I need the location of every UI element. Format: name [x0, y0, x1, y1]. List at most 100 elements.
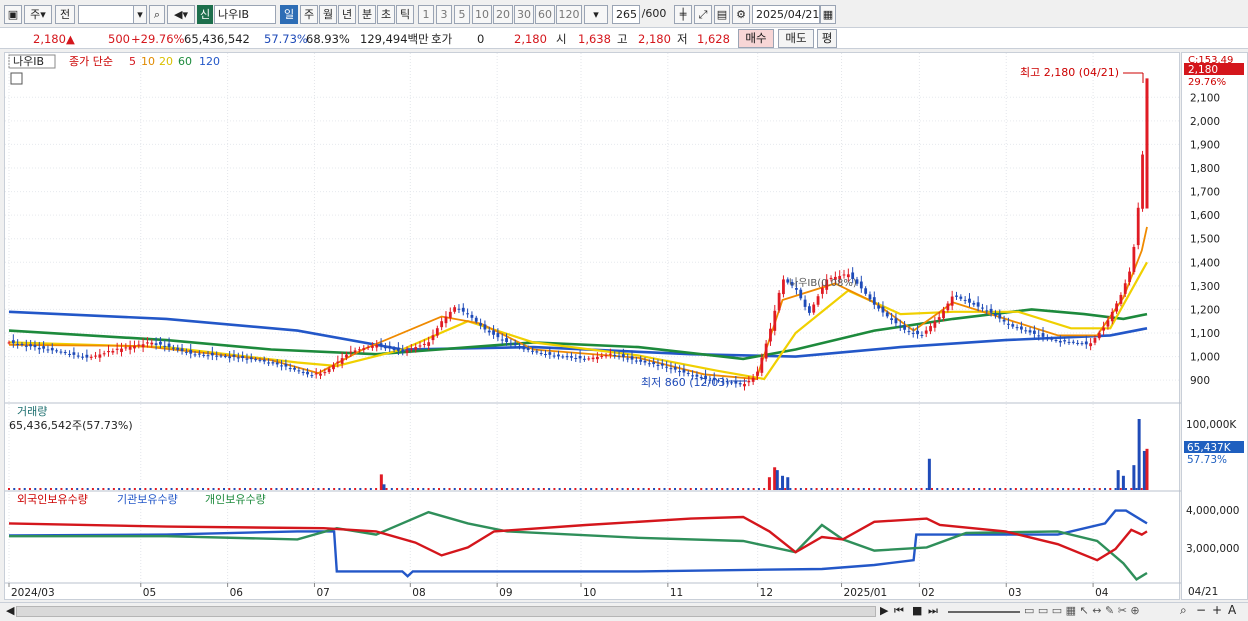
candle-body: [976, 302, 980, 307]
interval-button-120[interactable]: 120: [556, 5, 582, 24]
scroll-left-icon[interactable]: ◀: [6, 604, 14, 617]
interval-button-20[interactable]: 20: [493, 5, 513, 24]
candle-body: [652, 362, 656, 365]
x-tick-label: 09: [499, 587, 512, 599]
date-input[interactable]: 2025/04/21: [752, 5, 820, 24]
layout-icon[interactable]: ▣: [4, 5, 22, 24]
calendar-icon[interactable]: ▦: [820, 5, 836, 24]
candle-body: [1084, 341, 1088, 345]
x-tick-label: 08: [412, 587, 425, 599]
chart-tools-icons[interactable]: ▭ ▭ ▭ ▦ ↖ ↔ ✎ ✂ ⊕: [1024, 604, 1140, 617]
candle-body: [431, 335, 435, 341]
volume-bar: [569, 488, 572, 490]
zoom-icon[interactable]: ⤢: [694, 5, 712, 24]
gear-icon[interactable]: ⚙: [732, 5, 750, 24]
candle-body: [137, 344, 141, 346]
candle-body: [392, 348, 396, 350]
interval-button-10[interactable]: 10: [472, 5, 492, 24]
volume-bar: [91, 488, 94, 490]
candle-body: [327, 368, 331, 373]
scroll-right-icon[interactable]: ▶: [880, 604, 888, 617]
stop-icon[interactable]: ■: [912, 604, 922, 617]
chart-area[interactable]: 나우IB 종가 단순 5 10 20 60 120 최고 2,180 (04/2…: [4, 52, 1181, 600]
volume-bar: [39, 488, 42, 490]
interval-button-1[interactable]: 1: [418, 5, 434, 24]
candle-body: [859, 281, 863, 289]
volume-bar: [343, 488, 346, 490]
buy-button[interactable]: 매수: [738, 29, 774, 48]
minus-icon[interactable]: −: [1196, 603, 1206, 617]
candle-body: [396, 347, 400, 351]
candle-body: [68, 353, 71, 355]
volume-bar: [920, 488, 923, 490]
count-input[interactable]: 265: [612, 5, 640, 24]
zoom-slider[interactable]: [948, 611, 1020, 613]
candle-body: [470, 314, 474, 318]
candle-body: [872, 297, 876, 305]
interval-button-30[interactable]: 30: [514, 5, 534, 24]
candle-icon[interactable]: ╪: [674, 5, 692, 24]
period-button-tick[interactable]: 틱: [396, 5, 414, 24]
code-dropdown-icon[interactable]: ▾: [133, 5, 147, 24]
x-tick-label: 07: [316, 587, 329, 599]
candle-body: [427, 342, 431, 346]
interval-button-3[interactable]: 3: [436, 5, 452, 24]
volume-bar: [364, 488, 367, 490]
interval-dropdown[interactable]: ▾: [584, 5, 608, 24]
candle-body: [332, 365, 335, 370]
candle-body: [1097, 332, 1101, 339]
volume-bar: [1014, 488, 1017, 490]
volume-bar: [479, 488, 482, 490]
candle-body: [1089, 343, 1093, 347]
candle-body: [245, 358, 249, 360]
zoom-in-icon[interactable]: ⌕: [1180, 603, 1187, 618]
volume-bar: [511, 488, 514, 490]
sell-button[interactable]: 매도: [778, 29, 814, 48]
candle-body: [223, 356, 227, 358]
interval-button-5[interactable]: 5: [454, 5, 470, 24]
grid-toggle-icon[interactable]: [10, 72, 23, 85]
candle-body: [98, 354, 102, 358]
candle-body: [500, 339, 504, 341]
stock-name-field[interactable]: 나우IB: [214, 5, 276, 24]
search-icon[interactable]: ⌕: [149, 5, 165, 24]
forward-icon[interactable]: ⏭: [928, 604, 938, 618]
save-icon[interactable]: ▤: [714, 5, 730, 24]
volume-bar: [946, 488, 949, 490]
high-price: 2,180: [638, 32, 671, 46]
volume-bar: [1020, 488, 1023, 490]
volume-badge-pct: 57.73%: [1187, 454, 1227, 466]
period-button-minute[interactable]: 분: [358, 5, 376, 24]
stock-code-input[interactable]: 293580: [78, 5, 134, 24]
rewind-icon[interactable]: ⏮: [894, 604, 904, 618]
candle-body: [176, 347, 180, 350]
volume-bar: [542, 488, 545, 490]
period-button-second[interactable]: 초: [377, 5, 395, 24]
prev-button[interactable]: 전: [55, 5, 75, 24]
candle-body: [448, 311, 452, 318]
period-button-year[interactable]: 년: [338, 5, 356, 24]
font-icon[interactable]: A: [1228, 603, 1236, 617]
period-button-day[interactable]: 일: [280, 5, 298, 24]
eval-button[interactable]: 평: [817, 29, 837, 48]
period-button-week[interactable]: 주: [300, 5, 318, 24]
candle-body: [349, 351, 353, 353]
axis-end-date: 04/21: [1188, 586, 1218, 598]
volume-bar: [548, 488, 551, 490]
period-button-month[interactable]: 월: [319, 5, 337, 24]
volume-bar: [354, 488, 357, 490]
plus-icon[interactable]: +: [1212, 603, 1222, 617]
candle-body: [115, 348, 119, 350]
speaker-icon[interactable]: ◀▾: [167, 5, 195, 24]
period-type-select[interactable]: 주▾: [24, 5, 52, 24]
scroll-track[interactable]: [16, 606, 876, 617]
interval-button-60[interactable]: 60: [535, 5, 555, 24]
volume-bar: [653, 488, 656, 490]
volume-bar: [1114, 488, 1117, 490]
x-tick-label: 02: [921, 587, 934, 599]
candle-body: [920, 334, 924, 336]
y-tick-label: 1,400: [1190, 257, 1220, 269]
volume-bar: [107, 488, 110, 490]
candle-body: [275, 362, 279, 365]
bottom-scrollbar[interactable]: ◀ ▶ ⏮ ■ ⏭ ▭ ▭ ▭ ▦ ↖ ↔ ✎ ✂ ⊕ ⌕ − + A: [0, 602, 1248, 620]
